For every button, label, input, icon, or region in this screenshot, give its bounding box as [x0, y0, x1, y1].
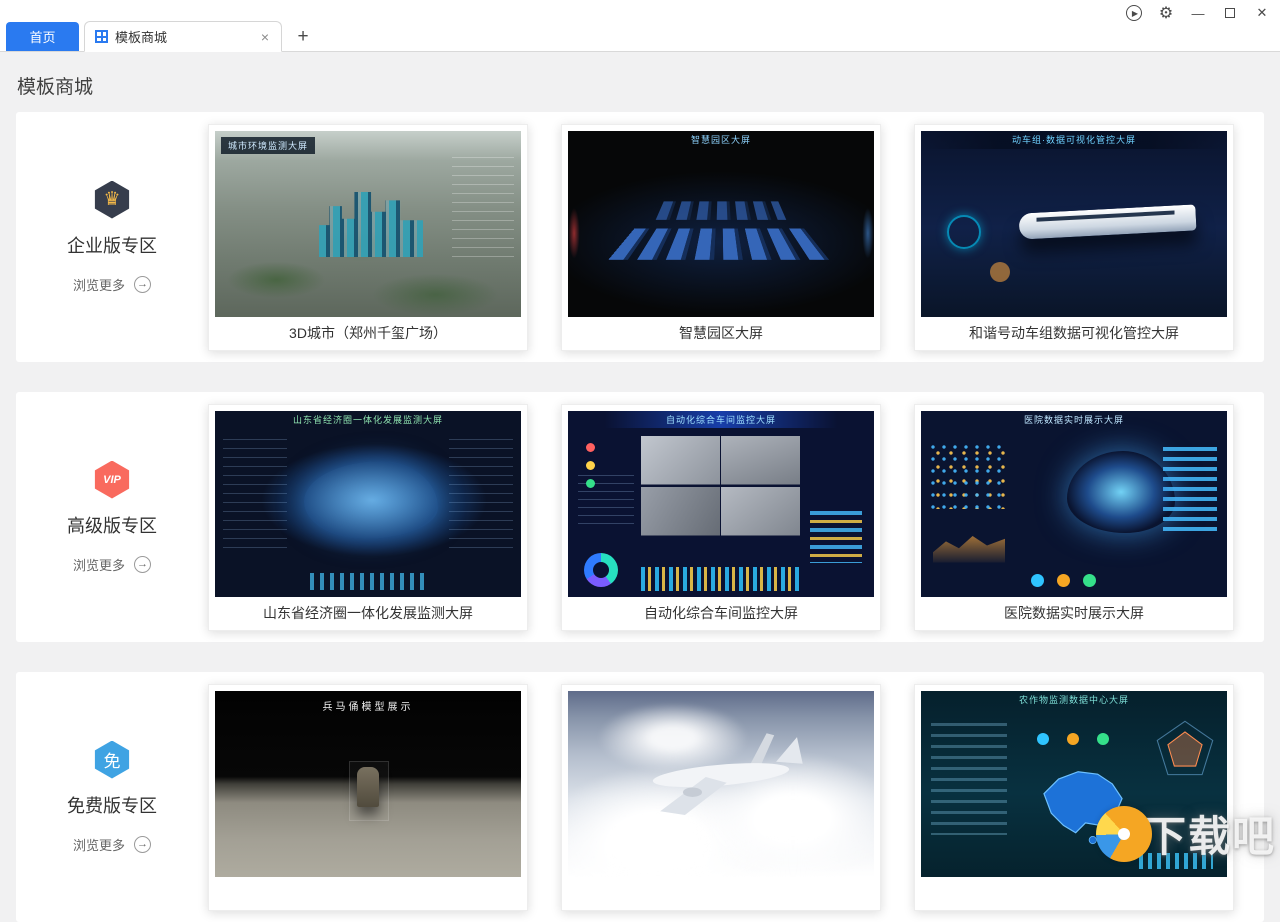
area-chart-graphic [933, 535, 1005, 563]
window-controls: ▶ ⚙ — ✕ [1126, 4, 1270, 22]
template-thumbnail-3d-city[interactable]: 城市环境监测大屏 [215, 130, 521, 317]
settings-gear-icon[interactable]: ⚙ [1158, 5, 1174, 22]
template-thumbnail-airplane[interactable] [568, 690, 874, 877]
template-thumbnail-agriculture[interactable]: 农作物监测数据中心大屏 [921, 690, 1227, 877]
template-caption: 自动化综合车间监控大屏 [644, 605, 798, 621]
tab-close-icon[interactable]: × [259, 29, 271, 45]
template-card[interactable]: 医院数据实时展示大屏 医院数据实时展示大屏 [914, 403, 1234, 631]
arrow-right-icon: → [134, 275, 151, 293]
template-caption [921, 877, 1227, 910]
template-thumbnail-workshop[interactable]: 自动化综合车间监控大屏 [568, 410, 874, 597]
template-thumbnail-smart-park[interactable]: 智慧园区大屏 [568, 130, 874, 317]
template-caption: 和谐号动车组数据可视化管控大屏 [969, 325, 1179, 341]
template-card[interactable] [561, 683, 881, 911]
close-window-icon[interactable]: ✕ [1254, 5, 1270, 21]
thumbnail-title: 山东省经济圈一体化发展监测大屏 [292, 414, 443, 425]
arrow-right-icon: → [134, 835, 151, 853]
section-title: 高级版专区 [67, 515, 157, 536]
section-premium-side: VIP 高级版专区 浏览更多 → [16, 460, 208, 574]
section-title: 企业版专区 [67, 235, 157, 256]
crown-badge-icon: ♛ [94, 180, 130, 219]
radar-chart-graphic [1156, 720, 1214, 775]
template-caption [215, 877, 521, 910]
stat-dots-graphic [1031, 573, 1045, 587]
thumbnail-title: 医院数据实时展示大屏 [1023, 414, 1124, 425]
template-card[interactable]: 山东省经济圈一体化发展监测大屏 山东省经济圈一体化发展监测大屏 [208, 403, 528, 631]
tab-template-mall[interactable]: 模板商城 × [84, 21, 282, 52]
section-enterprise-side: ♛ 企业版专区 浏览更多 → [16, 180, 208, 294]
section-enterprise: ♛ 企业版专区 浏览更多 → 城市环境监测大屏 3D城市（郑州千玺广场） 智慧园… [16, 112, 1264, 362]
template-card[interactable]: 农作物监测数据中心大屏 [914, 683, 1234, 911]
new-tab-button[interactable]: + [292, 26, 314, 48]
browse-more-link[interactable]: 浏览更多 → [73, 555, 151, 574]
thumbnail-title: 动车组·数据可视化管控大屏 [921, 130, 1227, 149]
section-free: 免 免费版专区 浏览更多 → 兵马俑模型展示 农作物监测数据中心大屏 [16, 672, 1264, 922]
home-tab-button[interactable]: 首页 [6, 22, 79, 51]
template-thumbnail-shandong-map[interactable]: 山东省经济圈一体化发展监测大屏 [215, 410, 521, 597]
page-title: 模板商城 [17, 77, 94, 98]
template-card[interactable]: 自动化综合车间监控大屏 自动化综合车间监控大屏 [561, 403, 881, 631]
template-thumbnail-hospital[interactable]: 医院数据实时展示大屏 [921, 410, 1227, 597]
title-bar: ▶ ⚙ — ✕ 首页 模板商城 × + [0, 0, 1280, 52]
template-caption: 医院数据实时展示大屏 [1004, 605, 1144, 621]
minimize-icon[interactable]: — [1190, 5, 1206, 21]
template-card[interactable]: 城市环境监测大屏 3D城市（郑州千玺广场） [208, 123, 528, 351]
arrow-right-icon: → [134, 555, 151, 573]
run-preview-icon[interactable]: ▶ [1126, 5, 1142, 21]
section-premium: VIP 高级版专区 浏览更多 → 山东省经济圈一体化发展监测大屏 山东省经济圈一… [16, 392, 1264, 642]
free-badge-icon: 免 [94, 740, 130, 779]
tab-title: 模板商城 [115, 30, 168, 45]
card-row: 山东省经济圈一体化发展监测大屏 山东省经济圈一体化发展监测大屏 自动化综合车间监… [208, 403, 1234, 631]
airplane-graphic [652, 732, 803, 815]
thumbnail-title: 兵马俑模型展示 [322, 701, 414, 713]
browse-more-label: 浏览更多 [72, 277, 125, 293]
template-card[interactable]: 智慧园区大屏 智慧园区大屏 [561, 123, 881, 351]
thumbnail-title: 智慧园区大屏 [690, 134, 751, 145]
browse-more-label: 浏览更多 [72, 837, 125, 853]
template-caption: 3D城市（郑州千玺广场） [289, 325, 447, 341]
template-caption: 智慧园区大屏 [679, 325, 763, 341]
section-title: 免费版专区 [67, 795, 157, 816]
section-free-side: 免 免费版专区 浏览更多 → [16, 740, 208, 854]
template-thumbnail-train[interactable]: 动车组·数据可视化管控大屏 [921, 130, 1227, 317]
template-card[interactable]: 兵马俑模型展示 [208, 683, 528, 911]
stat-dots-graphic [1037, 733, 1050, 746]
template-mall-tab-icon [95, 30, 108, 43]
browse-more-link[interactable]: 浏览更多 → [73, 275, 151, 294]
browse-more-link[interactable]: 浏览更多 → [73, 835, 151, 854]
card-row: 兵马俑模型展示 农作物监测数据中心大屏 [208, 683, 1234, 911]
thumbnail-title: 自动化综合车间监控大屏 [665, 414, 776, 425]
thumbnail-title: 城市环境监测大屏 [221, 136, 316, 154]
template-card[interactable]: 动车组·数据可视化管控大屏 和谐号动车组数据可视化管控大屏 [914, 123, 1234, 351]
template-caption: 山东省经济圈一体化发展监测大屏 [263, 605, 473, 621]
template-thumbnail-terracotta[interactable]: 兵马俑模型展示 [215, 690, 521, 877]
maximize-icon[interactable] [1222, 5, 1238, 21]
card-row: 城市环境监测大屏 3D城市（郑州千玺广场） 智慧园区大屏 智慧园区大屏 动车组·… [208, 123, 1234, 351]
vip-badge-icon: VIP [94, 460, 130, 499]
china-map-graphic [1043, 770, 1123, 844]
thumbnail-title: 农作物监测数据中心大屏 [1018, 694, 1129, 705]
stat-dots-graphic [586, 442, 595, 452]
donut-chart-graphic [584, 552, 618, 587]
browse-more-label: 浏览更多 [72, 557, 125, 573]
template-caption [568, 877, 874, 910]
